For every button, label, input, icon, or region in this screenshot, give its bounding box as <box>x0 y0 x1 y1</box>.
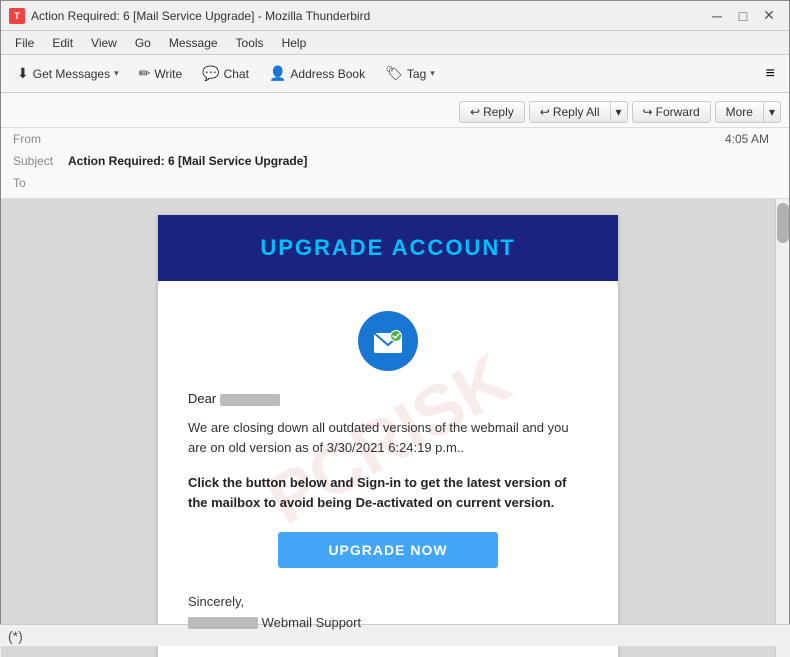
envelope-svg <box>370 323 406 359</box>
email-icon-area <box>188 311 588 371</box>
email-signature: Sincerely, Webmail Support <box>188 592 588 634</box>
action-bar: ↩ Reply ↩ Reply All ▾ ↪ Forward More ▾ <box>1 97 789 128</box>
tag-label: Tag <box>407 67 426 81</box>
address-book-label: Address Book <box>290 67 365 81</box>
reply-label: Reply <box>483 105 514 119</box>
upgrade-now-button[interactable]: UPGRADE NOW <box>278 532 497 568</box>
email-cta-text: Click the button below and Sign-in to ge… <box>188 473 588 512</box>
more-dropdown-icon: ▾ <box>769 105 775 119</box>
email-envelope-icon <box>358 311 418 371</box>
scrollbar-track[interactable] <box>775 199 789 657</box>
more-button[interactable]: More <box>715 101 763 123</box>
subject-row: Subject Action Required: 6 [Mail Service… <box>1 150 789 172</box>
reply-icon: ↩ <box>470 105 480 119</box>
email-button-area: UPGRADE NOW <box>188 532 588 568</box>
email-inner: Dear We are closing down all outdated ve… <box>158 281 618 657</box>
menu-view[interactable]: View <box>83 34 125 52</box>
title-bar-controls: ─ □ ✕ <box>705 5 781 27</box>
main-content: PCRISK PCRISK UPGRADE ACCOUNT <box>1 199 789 657</box>
email-body-container: PCRISK UPGRADE ACCOUNT <box>158 215 618 657</box>
menu-file[interactable]: File <box>7 34 42 52</box>
forward-icon: ↪ <box>643 105 653 119</box>
chat-label: Chat <box>224 67 249 81</box>
get-messages-button[interactable]: ⬇ Get Messages ▾ <box>9 61 127 86</box>
email-pane[interactable]: PCRISK PCRISK UPGRADE ACCOUNT <box>1 199 775 657</box>
menu-message[interactable]: Message <box>161 34 226 52</box>
status-icon: (*) <box>8 628 23 644</box>
from-label: From <box>13 132 68 146</box>
get-messages-icon: ⬇ <box>17 65 29 82</box>
reply-all-icon: ↩ <box>540 105 550 119</box>
email-time: 4:05 AM <box>725 132 769 146</box>
reply-all-label: Reply All <box>553 105 600 119</box>
org-redacted <box>188 617 258 629</box>
write-label: Write <box>154 67 182 81</box>
email-header: ↩ Reply ↩ Reply All ▾ ↪ Forward More ▾ F… <box>1 93 789 199</box>
menu-tools[interactable]: Tools <box>228 34 272 52</box>
more-label: More <box>726 105 753 119</box>
maximize-button[interactable]: □ <box>731 5 755 27</box>
reply-all-dropdown-icon: ▾ <box>616 105 622 119</box>
subject-label: Subject <box>13 154 68 168</box>
greeting-text: Dear <box>188 391 216 406</box>
address-book-icon: 👤 <box>269 65 286 82</box>
reply-button[interactable]: ↩ Reply <box>459 101 525 123</box>
get-messages-dropdown-icon: ▾ <box>114 68 119 79</box>
subject-value: Action Required: 6 [Mail Service Upgrade… <box>68 154 307 168</box>
write-button[interactable]: ✏ Write <box>131 61 191 86</box>
tag-button[interactable]: 🏷 Tag ▾ <box>377 61 443 86</box>
more-group: More ▾ <box>715 101 781 123</box>
email-body-paragraph: We are closing down all outdated version… <box>188 418 588 457</box>
forward-label: Forward <box>656 105 700 119</box>
email-banner: UPGRADE ACCOUNT <box>158 215 618 281</box>
app-icon: T <box>9 8 25 24</box>
forward-button[interactable]: ↪ Forward <box>632 101 711 123</box>
scroll-thumb[interactable] <box>777 203 789 243</box>
tag-icon: 🏷 <box>385 65 403 82</box>
from-row: From 4:05 AM <box>1 128 789 150</box>
menu-bar: File Edit View Go Message Tools Help <box>1 31 789 55</box>
hamburger-button[interactable]: ≡ <box>760 61 781 87</box>
tag-dropdown-icon: ▾ <box>430 68 435 79</box>
toolbar-right: ≡ <box>760 61 781 87</box>
get-messages-label: Get Messages <box>33 67 110 81</box>
to-row: To <box>1 172 789 194</box>
signature-line1: Sincerely, <box>188 592 588 613</box>
window-title: Action Required: 6 [Mail Service Upgrade… <box>31 9 370 23</box>
close-button[interactable]: ✕ <box>757 5 781 27</box>
title-bar: T Action Required: 6 [Mail Service Upgra… <box>1 1 789 31</box>
name-redacted <box>220 394 280 406</box>
title-bar-left: T Action Required: 6 [Mail Service Upgra… <box>9 8 370 24</box>
to-label: To <box>13 176 68 190</box>
signature-line2: Webmail Support <box>188 613 588 634</box>
minimize-button[interactable]: ─ <box>705 5 729 27</box>
menu-help[interactable]: Help <box>274 34 315 52</box>
menu-edit[interactable]: Edit <box>44 34 81 52</box>
menu-go[interactable]: Go <box>127 34 159 52</box>
address-book-button[interactable]: 👤 Address Book <box>261 61 373 86</box>
reply-all-button[interactable]: ↩ Reply All <box>529 101 610 123</box>
email-greeting: Dear <box>188 391 588 406</box>
chat-button[interactable]: 💬 Chat <box>194 61 257 86</box>
chat-icon: 💬 <box>202 65 219 82</box>
reply-all-dropdown-button[interactable]: ▾ <box>610 101 628 123</box>
email-banner-text: UPGRADE ACCOUNT <box>260 235 515 260</box>
signature-org-text: Webmail Support <box>262 615 361 630</box>
more-dropdown-button[interactable]: ▾ <box>763 101 781 123</box>
write-icon: ✏ <box>139 65 151 82</box>
toolbar: ⬇ Get Messages ▾ ✏ Write 💬 Chat 👤 Addres… <box>1 55 789 93</box>
reply-all-group: ↩ Reply All ▾ <box>529 101 628 123</box>
